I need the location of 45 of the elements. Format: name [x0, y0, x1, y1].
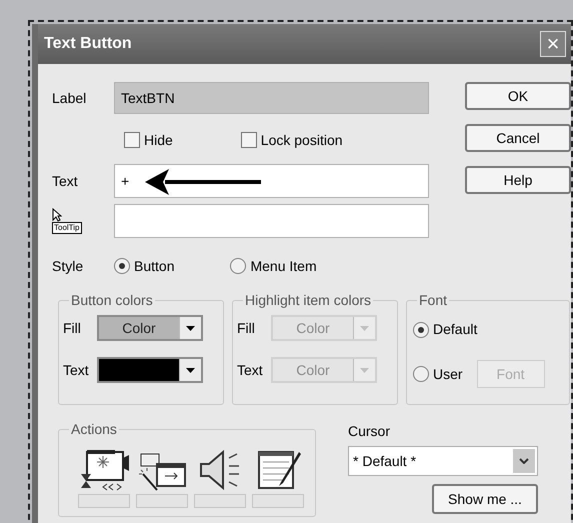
checkbox-label: Hide — [144, 130, 173, 150]
cursor-dropdown[interactable]: * Default * — [348, 446, 538, 476]
close-button[interactable]: × — [540, 31, 566, 57]
radio-label: Default — [433, 320, 478, 339]
checkbox[interactable] — [124, 132, 140, 148]
cursor-label: Cursor — [348, 422, 392, 441]
tooltip-badge: ToolTip — [52, 222, 82, 234]
radio-label: Menu Item — [250, 256, 317, 276]
style-label: Style — [52, 256, 84, 276]
color-dropdown[interactable]: Color — [97, 315, 203, 341]
color-label: Text — [63, 360, 90, 380]
dropdown-arrow-icon — [360, 326, 369, 330]
radio-button[interactable] — [413, 366, 429, 382]
dialog-button[interactable]: OK — [465, 82, 571, 110]
pointer-icon — [52, 208, 62, 222]
checkbox-label: Lock position — [260, 130, 343, 150]
color-label: Text — [237, 360, 264, 380]
dialog-button[interactable]: Cancel — [465, 124, 571, 152]
radio-label: Button — [134, 256, 174, 276]
action-slot — [136, 494, 188, 508]
checkbox[interactable] — [240, 132, 257, 148]
action-slot — [252, 494, 304, 508]
field-value: + — [121, 172, 130, 190]
label-field[interactable]: TextBTN — [114, 82, 429, 114]
action-slot — [194, 494, 246, 508]
dropdown-arrow-icon — [360, 368, 369, 372]
action-slot — [78, 494, 130, 508]
field-label: Text — [52, 172, 79, 190]
projector-icon[interactable] — [79, 448, 129, 492]
radio-button[interactable] — [230, 258, 246, 274]
tooltip-field[interactable] — [114, 204, 429, 238]
dropdown-arrow-icon — [186, 368, 195, 372]
window-title: Text Button — [44, 34, 132, 54]
field-label: Label — [52, 88, 88, 108]
color-label: Fill — [63, 318, 82, 338]
dialog-button[interactable]: Help — [465, 166, 571, 194]
radio-button[interactable] — [413, 322, 429, 338]
color-label: Fill — [237, 318, 256, 338]
text-field[interactable]: + — [114, 164, 429, 198]
chevron-down-icon — [519, 458, 529, 464]
show-me-button[interactable]: Show me ... — [432, 484, 538, 514]
dropdown-arrow-icon — [186, 326, 195, 330]
radio-button[interactable] — [114, 258, 130, 274]
color-dropdown[interactable] — [97, 357, 203, 383]
radio-label: User — [433, 364, 463, 384]
